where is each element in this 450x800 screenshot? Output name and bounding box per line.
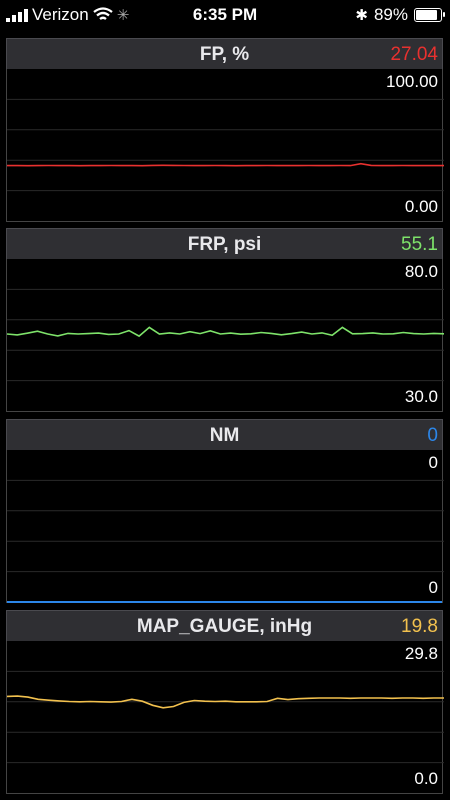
- battery-percent: 89%: [373, 5, 408, 24]
- panel-current-value: 55.1: [401, 234, 438, 255]
- panel-title: FRP, psi: [187, 234, 262, 255]
- y-axis-max-label: 29.8: [404, 644, 438, 663]
- panel-title: FP, %: [199, 44, 250, 65]
- y-axis-min-label: 0.0: [414, 769, 438, 788]
- panel-current-value: 19.8: [401, 616, 438, 637]
- gauge-panel-frp[interactable]: FRP, psi 55.1 80.0 30.0: [6, 228, 444, 412]
- y-axis-min-label: 0: [428, 578, 438, 597]
- bluetooth-icon: ✱: [355, 7, 368, 24]
- chart-svg: [7, 288, 444, 382]
- panel-title: MAP_GAUGE, inHg: [136, 616, 313, 637]
- gauge-panel-nm[interactable]: NM 0 0 0: [6, 419, 444, 603]
- line-chart-frp: 80.0 30.0: [6, 259, 444, 412]
- gauge-panel-fp[interactable]: FP, % 27.04 100.00 0.00: [6, 38, 444, 222]
- y-axis-min-label: 0.00: [404, 197, 438, 216]
- panel-header: NM 0: [6, 419, 443, 450]
- y-axis-max-label: 0: [428, 453, 438, 472]
- y-axis-max-label: 100.00: [386, 72, 438, 91]
- panel-header: FRP, psi 55.1: [6, 228, 443, 259]
- chart-svg: [7, 98, 444, 192]
- series-line: [7, 162, 444, 167]
- y-axis-min-label: 30.0: [404, 387, 438, 406]
- chart-svg: [7, 479, 444, 573]
- panel-current-value: 27.04: [390, 44, 438, 65]
- battery-icon: [414, 8, 445, 22]
- panel-current-value: 0: [427, 425, 438, 446]
- line-chart-nm: 0 0: [6, 450, 444, 603]
- series-line: [7, 601, 442, 603]
- status-right: ✱ 89%: [355, 5, 445, 25]
- chart-svg: [7, 670, 444, 764]
- gauge-panel-map-gauge[interactable]: MAP_GAUGE, inHg 19.8 29.8 0.0: [6, 610, 444, 794]
- panel-header: MAP_GAUGE, inHg 19.8: [6, 610, 443, 641]
- status-bar: Verizon ✳ 6:35 PM ✱ 89%: [0, 0, 450, 32]
- panel-title: NM: [209, 425, 240, 446]
- series-line: [7, 326, 444, 338]
- line-chart-fp: 100.00 0.00: [6, 69, 444, 222]
- panel-header: FP, % 27.04: [6, 38, 443, 69]
- line-chart-map-gauge: 29.8 0.0: [6, 641, 444, 794]
- y-axis-max-label: 80.0: [404, 262, 438, 281]
